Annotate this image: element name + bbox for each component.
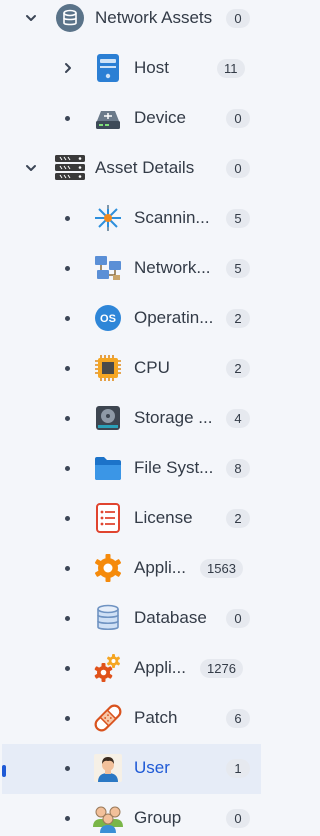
count-badge: 0: [226, 9, 250, 28]
bullet-dot: [65, 716, 70, 721]
node-label: Appli...: [134, 658, 186, 677]
bullet-dot: [65, 766, 70, 771]
node-label: User: [134, 758, 170, 777]
bullet-dot: [65, 466, 70, 471]
count-badge: 5: [226, 259, 250, 278]
os-icon: OS: [92, 302, 124, 334]
count-badge: 1276: [200, 659, 243, 678]
tree-node-user[interactable]: User 1: [2, 744, 261, 794]
tree-node-storage[interactable]: Storage ... 4: [0, 394, 269, 444]
tree-node-application-2[interactable]: Appli... 1276: [0, 644, 269, 694]
bullet-dot: [65, 516, 70, 521]
count-badge: 0: [226, 609, 250, 628]
tree-node-application-1[interactable]: Appli... 1563: [0, 544, 269, 594]
count-badge: 2: [226, 359, 250, 378]
bullet-dot: [65, 616, 70, 621]
node-label: Asset Details: [95, 158, 195, 177]
database-circle-icon: [54, 2, 86, 34]
count-badge: 8: [226, 459, 250, 478]
bullet-dot: [65, 416, 70, 421]
count-badge: 2: [226, 509, 250, 528]
app-gears-icon: [92, 652, 124, 684]
node-label: Database: [134, 608, 207, 627]
network-computers-icon: [92, 252, 124, 284]
selection-indicator: [2, 765, 6, 777]
chevron-right-icon[interactable]: [61, 61, 75, 75]
tree-node-group[interactable]: Group 0: [0, 794, 269, 836]
tree-node-network-assets[interactable]: Network Assets 0: [0, 0, 269, 44]
node-label: Device: [134, 108, 186, 127]
bullet-dot: [65, 366, 70, 371]
tree-node-scanning[interactable]: Scannin... 5: [0, 194, 269, 244]
count-badge: 0: [226, 109, 250, 128]
user-avatar-icon: [92, 752, 124, 784]
node-label: Storage ...: [134, 408, 213, 427]
tree-node-network[interactable]: Network... 5: [0, 244, 269, 294]
count-badge: 1563: [200, 559, 243, 578]
user-group-icon: [92, 802, 124, 834]
bullet-dot: [65, 116, 70, 121]
tree-node-asset-details[interactable]: Asset Details 0: [0, 144, 269, 194]
license-document-icon: [92, 502, 124, 534]
node-label: CPU: [134, 358, 170, 377]
node-label: File Syst...: [134, 458, 214, 477]
node-label: Network...: [134, 258, 211, 277]
tree-node-patch[interactable]: Patch 6: [0, 694, 269, 744]
tree-node-license[interactable]: License 2: [0, 494, 269, 544]
database-icon: [92, 602, 124, 634]
server-icon: [92, 52, 124, 84]
bullet-dot: [65, 666, 70, 671]
node-label: Scannin...: [134, 208, 210, 227]
count-badge: 11: [217, 59, 245, 78]
bullet-dot: [65, 816, 70, 821]
bandage-patch-icon: [92, 702, 124, 734]
scan-star-icon: [92, 202, 124, 234]
os-icon-text: OS: [100, 313, 116, 325]
count-badge: 1: [226, 759, 250, 778]
tree-node-cpu[interactable]: CPU 2: [0, 344, 269, 394]
app-gear-icon: [92, 552, 124, 584]
bullet-dot: [65, 566, 70, 571]
node-label: Operatin...: [134, 308, 214, 327]
count-badge: 4: [226, 409, 250, 428]
count-badge: 2: [226, 309, 250, 328]
tree-node-device[interactable]: Device 0: [0, 94, 269, 144]
tree-node-host[interactable]: Host 11: [0, 44, 269, 94]
tree-node-file-system[interactable]: File Syst... 8: [0, 444, 269, 494]
node-label: License: [134, 508, 193, 527]
tree-node-database[interactable]: Database 0: [0, 594, 269, 644]
chevron-down-icon[interactable]: [24, 11, 38, 25]
count-badge: 0: [226, 809, 250, 828]
count-badge: 0: [226, 159, 250, 178]
cpu-chip-icon: [92, 352, 124, 384]
chevron-down-icon[interactable]: [24, 161, 38, 175]
count-badge: 6: [226, 709, 250, 728]
bullet-dot: [65, 266, 70, 271]
node-label: Patch: [134, 708, 178, 727]
node-label: Host: [134, 58, 169, 77]
node-label: Appli...: [134, 558, 186, 577]
count-badge: 5: [226, 209, 250, 228]
node-label: Group: [134, 808, 182, 827]
bullet-dot: [65, 316, 70, 321]
folder-icon: [92, 452, 124, 484]
asset-tree: Network Assets 0 Host 11 Device 0 Asset …: [0, 0, 269, 836]
router-icon: [92, 102, 124, 134]
node-label: Network Assets: [95, 8, 213, 27]
bullet-dot: [65, 216, 70, 221]
tree-node-operating-system[interactable]: OS Operatin... 2: [0, 294, 269, 344]
hard-drive-icon: [92, 402, 124, 434]
server-rack-icon: [54, 152, 86, 184]
